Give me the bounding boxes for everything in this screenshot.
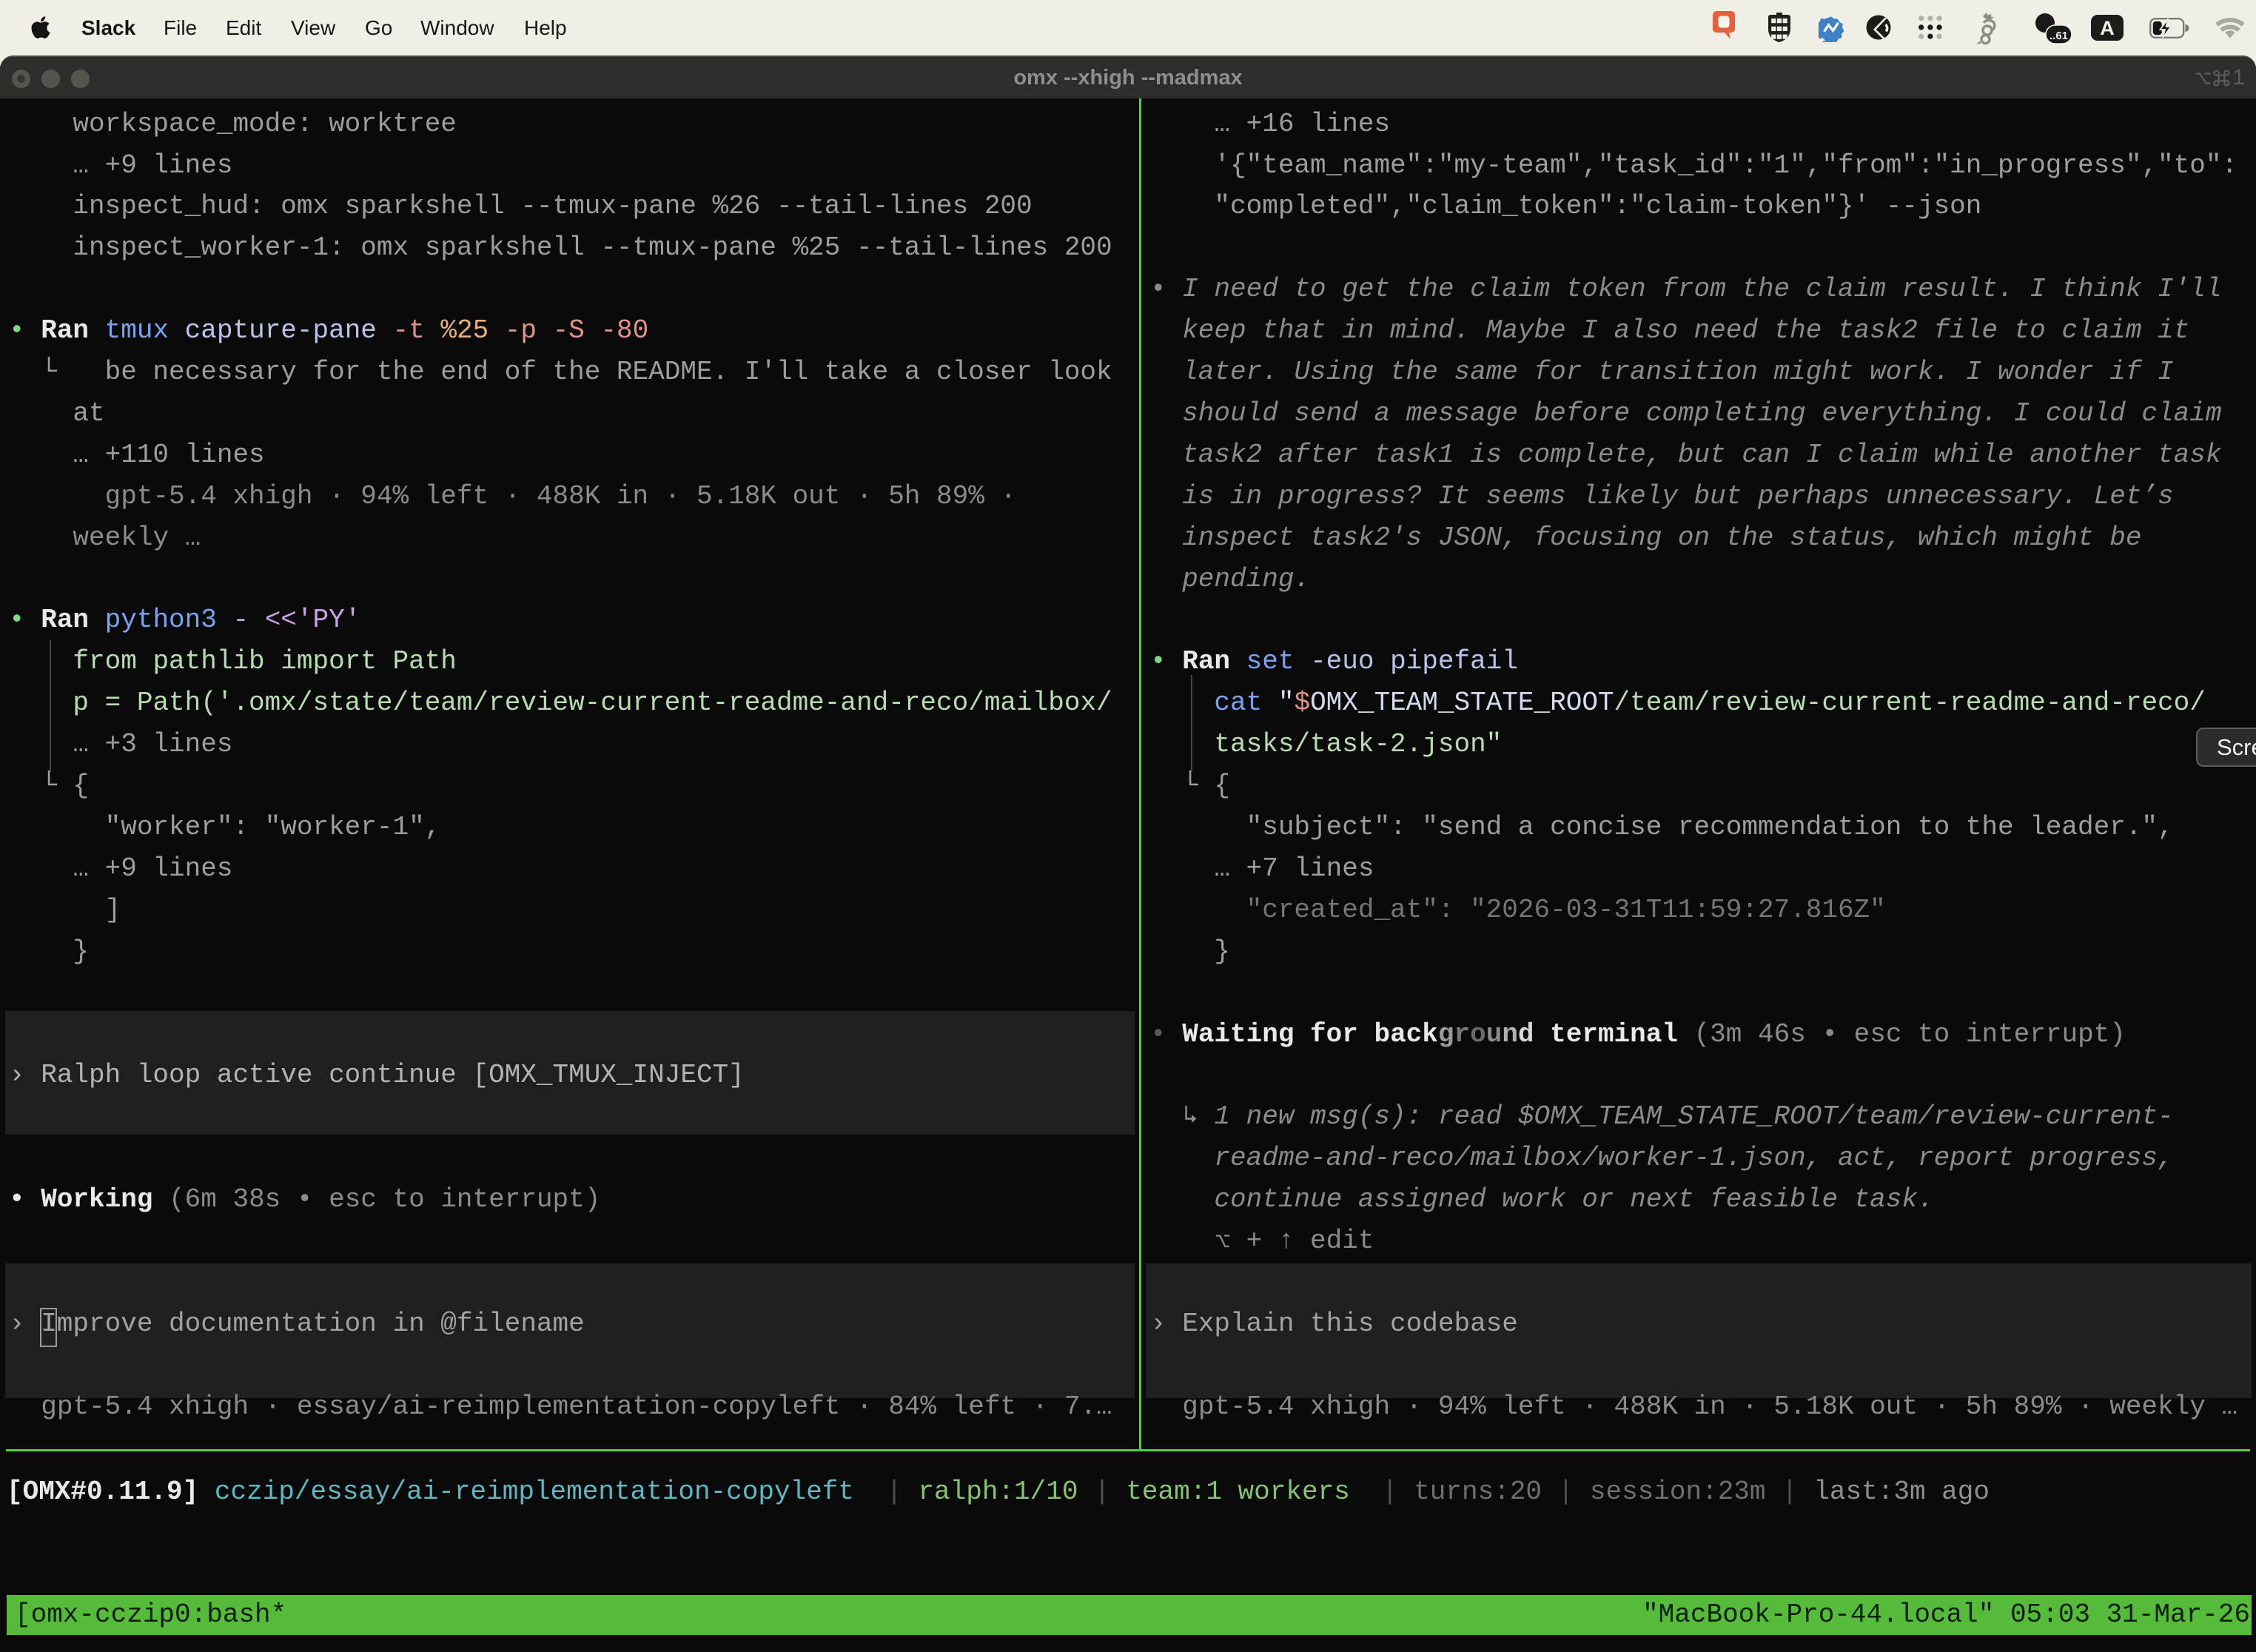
svg-text:A: A <box>2100 17 2115 39</box>
svg-text:..61: ..61 <box>2049 30 2068 42</box>
